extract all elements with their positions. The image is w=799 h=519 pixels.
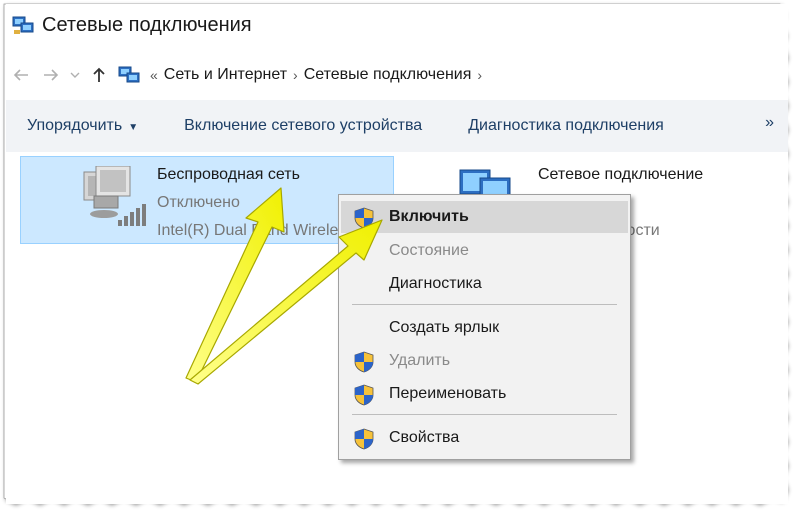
menu-separator <box>352 304 617 305</box>
menu-item-status[interactable]: Состояние <box>341 235 628 267</box>
wireless-connection-status: Отключено <box>157 194 240 211</box>
caret-down-icon: ▼ <box>128 122 139 133</box>
context-menu: Включить Состояние Диагностика Создать я… <box>338 194 631 460</box>
arrow-left-icon <box>13 69 28 81</box>
title-bar: Сетевые подключения <box>6 4 788 46</box>
network-connections-icon <box>12 16 34 34</box>
recent-locations-button[interactable] <box>66 60 84 90</box>
uac-shield-icon <box>354 351 374 373</box>
address-bar: « Сеть и Интернет › Сетевые подключения … <box>6 56 788 94</box>
organize-label: Упорядочить <box>27 117 123 134</box>
wireless-adapter-icon <box>83 166 146 226</box>
menu-item-properties[interactable]: Свойства <box>341 422 628 454</box>
uac-shield-icon <box>354 428 374 450</box>
chevron-down-icon <box>70 72 80 78</box>
menu-diagnostics-label: Диагностика <box>389 275 482 292</box>
explorer-window: Сетевые подключения « Сеть и Интернет › … <box>6 4 788 504</box>
back-button[interactable] <box>6 60 36 90</box>
up-button[interactable] <box>84 60 114 90</box>
forward-button[interactable] <box>36 60 66 90</box>
enable-device-button[interactable]: Включение сетевого устройства <box>184 117 422 135</box>
breadcrumb-network-connections[interactable]: Сетевые подключения <box>304 66 472 84</box>
command-bar: Упорядочить ▼ Включение сетевого устройст… <box>6 100 788 152</box>
menu-separator <box>352 414 617 415</box>
menu-enable-label: Включить <box>389 208 469 225</box>
menu-properties-label: Свойства <box>389 429 460 446</box>
breadcrumb-overflow[interactable]: « <box>150 67 158 83</box>
menu-item-delete[interactable]: Удалить <box>341 345 628 377</box>
menu-create-shortcut-label: Создать ярлык <box>389 319 500 336</box>
window-title: Сетевые подключения <box>42 13 252 36</box>
breadcrumb-network-internet[interactable]: Сеть и Интернет <box>164 66 287 84</box>
menu-status-label: Состояние <box>389 242 469 259</box>
menu-item-rename[interactable]: Переименовать <box>341 378 628 410</box>
breadcrumb-separator[interactable]: › <box>293 67 298 83</box>
menu-delete-label: Удалить <box>389 352 451 369</box>
arrow-right-icon <box>44 69 59 81</box>
network-connections-icon <box>118 66 140 83</box>
organize-button[interactable]: Упорядочить ▼ <box>27 117 138 135</box>
menu-item-enable[interactable]: Включить <box>341 201 628 233</box>
menu-item-create-shortcut[interactable]: Создать ярлык <box>341 312 628 344</box>
ethernet-connection-name: Сетевое подключение <box>538 166 704 183</box>
diagnose-connection-button[interactable]: Диагностика подключения <box>468 117 664 135</box>
arrow-up-icon <box>93 67 105 82</box>
menu-item-diagnostics[interactable]: Диагностика <box>341 268 628 300</box>
menu-rename-label: Переименовать <box>389 385 507 402</box>
more-commands-button[interactable]: » <box>765 114 774 132</box>
wireless-adapter-name: Intel(R) Dual Band Wireless <box>157 222 355 239</box>
uac-shield-icon <box>354 207 374 229</box>
wireless-connection-name: Беспроводная сеть <box>157 166 300 183</box>
uac-shield-icon <box>354 384 374 406</box>
breadcrumb-separator[interactable]: › <box>477 67 482 83</box>
